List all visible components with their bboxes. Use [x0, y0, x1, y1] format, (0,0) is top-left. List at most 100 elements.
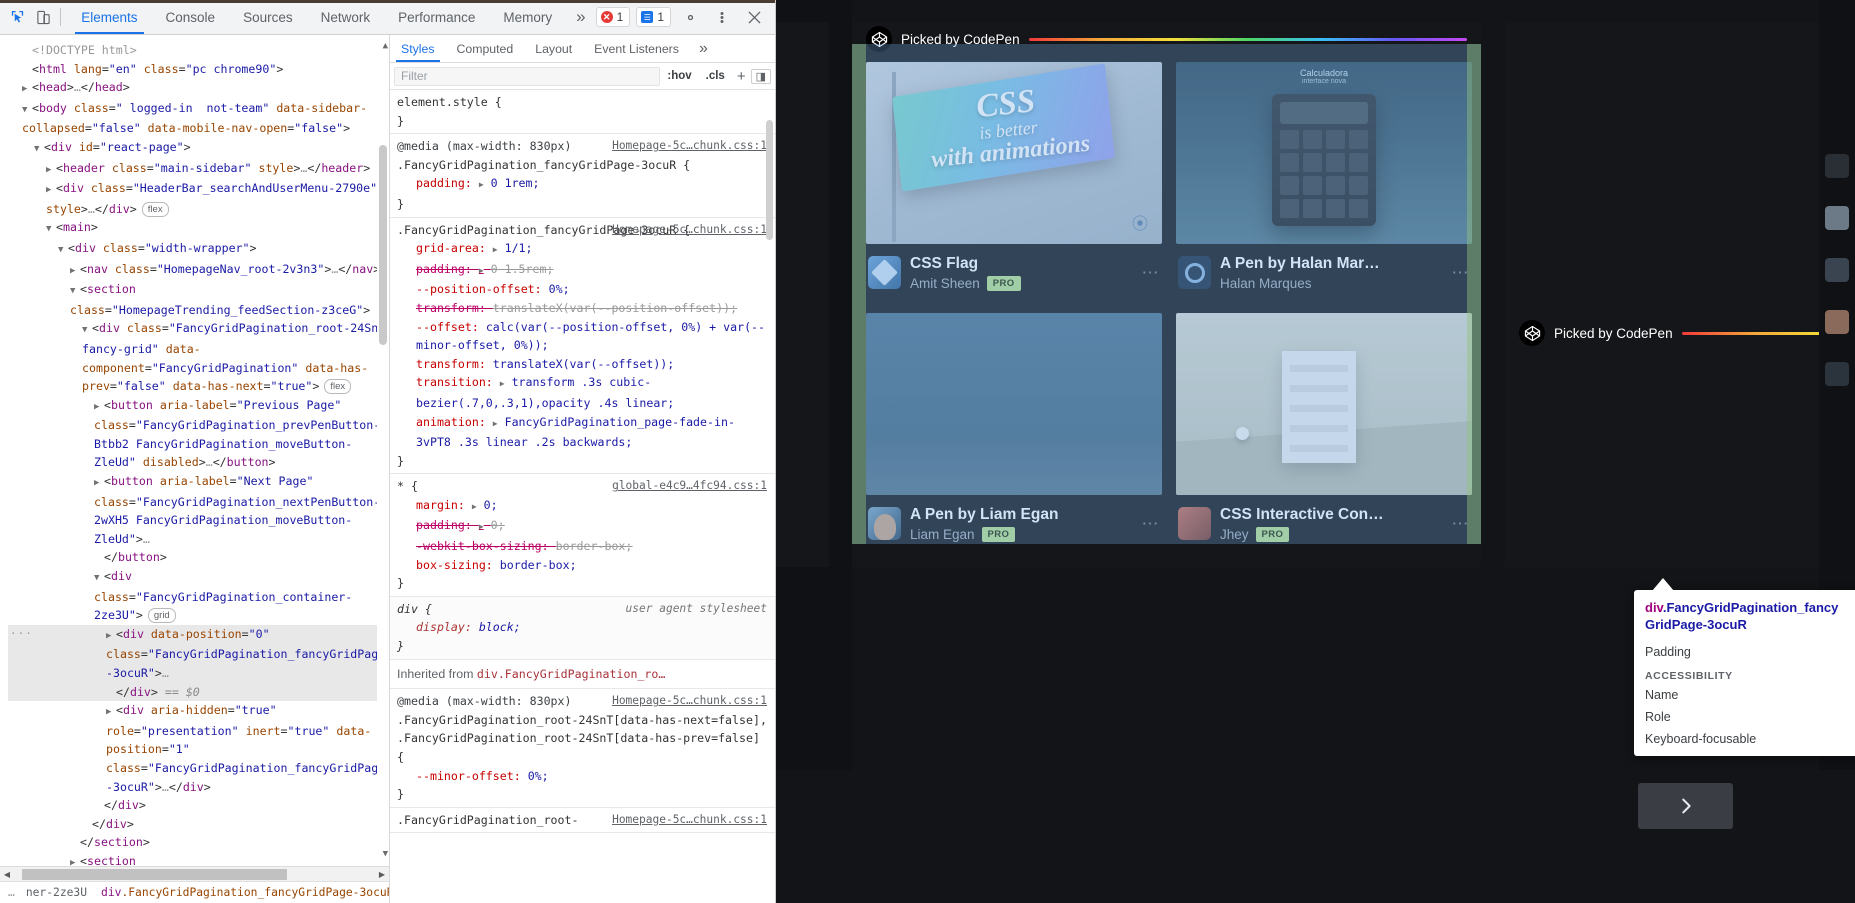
pen-card[interactable]: A Pen by Liam Egan Liam Egan PRO ⋯	[866, 313, 1162, 542]
expand-arrow[interactable]: ▶	[493, 419, 498, 428]
tab-memory[interactable]: Memory	[489, 0, 566, 34]
dom-scroll-thumb[interactable]	[379, 145, 387, 345]
expand-arrow[interactable]: ▶	[500, 379, 505, 388]
pen-card[interactable]: CSS is better with animations ⦿ CSS Flag…	[866, 62, 1162, 291]
dom-node-line[interactable]: ▼ <body class=" logged-in not-team" data-…	[8, 99, 387, 138]
css-property[interactable]: transform: translateX(var(--position-off…	[397, 299, 769, 318]
expand-arrow[interactable]: ▶	[479, 522, 484, 531]
style-source-link[interactable]: global-e4c9…4fc94.css:1	[612, 477, 767, 496]
dom-node-line[interactable]: </div>	[8, 796, 387, 815]
breadcrumb-item[interactable]: ner-2ze3U	[19, 886, 94, 899]
dom-node-line[interactable]: <!DOCTYPE html>	[8, 41, 387, 60]
css-value[interactable]: transform .3s cubic-bezier(.7,0,.3,1),op…	[416, 375, 674, 410]
css-value[interactable]: block;	[479, 620, 521, 634]
pen-card[interactable]: Calculadora interface nova A Pen by Hala…	[1176, 62, 1472, 291]
expand-arrow[interactable]: ▶	[479, 266, 484, 275]
tab-performance[interactable]: Performance	[384, 0, 489, 34]
next-page-button[interactable]	[1638, 783, 1733, 829]
expand-arrow[interactable]: ▶	[22, 80, 32, 99]
css-value[interactable]: 0%;	[528, 769, 549, 783]
pen-card[interactable]: CSS Interactive Con… Jhey PRO ⋯	[1176, 313, 1472, 542]
pen-title[interactable]: CSS Flag	[910, 254, 1127, 273]
dom-node-line[interactable]: ▶ <button aria-label="Next Page" class="F…	[8, 472, 387, 548]
style-rule[interactable]: Homepage-5c…chunk.css:1 .FancyGridPaginat…	[390, 218, 775, 475]
element-classes-button[interactable]: .cls	[699, 70, 732, 82]
style-rule[interactable]: Homepage-5c…chunk.css:1 @media (max-width…	[390, 689, 775, 808]
expand-arrow[interactable]: ▼	[22, 101, 32, 120]
tab-elements[interactable]: Elements	[67, 0, 151, 34]
css-property[interactable]: --minor-offset: 0%;	[397, 767, 769, 786]
css-value[interactable]: 0%;	[549, 282, 570, 296]
scroll-up-arrow[interactable]: ▲	[383, 37, 388, 56]
pen-thumbnail[interactable]	[1176, 313, 1472, 495]
pen-title[interactable]: A Pen by Liam Egan	[910, 505, 1127, 524]
device-toolbar-icon[interactable]	[30, 0, 56, 34]
pen-title[interactable]: A Pen by Halan Mar…	[1220, 254, 1437, 273]
css-property[interactable]: padding: ▶ 0 1rem;	[397, 174, 769, 195]
expand-arrow[interactable]: ▶	[94, 474, 104, 493]
pen-author[interactable]: Halan Marques	[1220, 276, 1312, 291]
dom-node-line[interactable]: ▼ <div id="react-page">	[8, 138, 387, 159]
style-rule[interactable]: global-e4c9…4fc94.css:1 * {margin: ▶ 0; pa…	[390, 474, 775, 597]
kebab-menu-icon[interactable]: ⋯	[1446, 263, 1471, 283]
avatar[interactable]	[1178, 256, 1211, 289]
breadcrumb-item[interactable]: div.FancyGridPagination_fancyGridPage-3o…	[94, 886, 389, 899]
dom-node-line[interactable]: </section>	[8, 833, 387, 852]
sidestrip-thumb[interactable]	[1825, 258, 1849, 282]
rule-selector[interactable]: .FancyGridPagination_fancyGridPage-3ocuR…	[397, 156, 769, 175]
css-value[interactable]: translateX(var(--offset));	[493, 357, 674, 371]
pen-author[interactable]: Amit Sheen	[910, 276, 980, 291]
error-count-badge[interactable]: ✕ 1	[595, 7, 631, 27]
expand-arrow[interactable]: ▼	[34, 140, 44, 159]
more-tabs-button[interactable]: »	[566, 0, 595, 34]
css-property[interactable]: transition: ▶ transform .3s cubic-bezier…	[397, 373, 769, 412]
css-property[interactable]: display: block;	[397, 618, 769, 637]
fancy-grid-page-next[interactable]: Picked by CodePen	[1505, 22, 1855, 567]
pen-author[interactable]: Jhey	[1220, 527, 1249, 542]
dom-node-line[interactable]: ▶ <head>…</head>	[8, 78, 387, 99]
css-property[interactable]: transform: translateX(var(--offset));	[397, 355, 769, 374]
sidestrip-thumb[interactable]	[1825, 206, 1849, 230]
scroll-right-arrow[interactable]: ▶	[375, 870, 389, 879]
styles-vertical-scrollbar[interactable]	[765, 90, 775, 903]
dom-node-line[interactable]: ▼ <section class="HomepageTrending_feedSe…	[8, 280, 387, 319]
kebab-menu-icon[interactable]: ⋯	[1136, 514, 1161, 534]
expand-arrow[interactable]: ▶	[46, 181, 56, 200]
scroll-down-arrow[interactable]: ▼	[383, 845, 388, 864]
styles-scroll-thumb[interactable]	[766, 120, 773, 240]
css-value[interactable]: 0;	[491, 518, 505, 532]
expand-arrow[interactable]: ▶	[479, 180, 484, 189]
styles-more-tabs-button[interactable]: »	[690, 35, 717, 62]
dom-tree-scroll[interactable]: <!DOCTYPE html> <html lang="en" class="pc…	[0, 35, 389, 866]
css-property[interactable]: margin: ▶ 0;	[397, 496, 769, 517]
style-source-link[interactable]: Homepage-5c…chunk.css:1	[612, 221, 767, 240]
dom-node-line[interactable]: ▶ <div class="HeaderBar_searchAndUserMenu…	[8, 179, 387, 218]
style-source-link[interactable]: Homepage-5c…chunk.css:1	[612, 137, 767, 156]
tab-network[interactable]: Network	[307, 0, 385, 34]
sidestrip-thumb[interactable]	[1825, 154, 1849, 178]
pen-thumbnail[interactable]: Calculadora interface nova	[1176, 62, 1472, 244]
kebab-menu-icon[interactable]: ⋯	[1446, 514, 1471, 534]
dom-node-line[interactable]: ▶ <div aria-hidden="true" role="presentat…	[8, 701, 387, 796]
css-property[interactable]: box-sizing: border-box;	[397, 556, 769, 575]
css-value[interactable]: border-box;	[500, 558, 577, 572]
expand-arrow[interactable]: ▼	[94, 569, 104, 588]
dom-vertical-scrollbar[interactable]: ▲ ▼	[377, 35, 389, 866]
dom-node-line[interactable]: </button>	[8, 548, 387, 567]
dom-node-line[interactable]: ▶ <header class="main-sidebar" style>…</h…	[8, 159, 387, 180]
css-value[interactable]: 0 1rem;	[491, 176, 540, 190]
scroll-left-arrow[interactable]: ◀	[0, 870, 14, 879]
css-value[interactable]: translateX(var(--position-offset));	[493, 301, 737, 315]
sidestrip-thumb[interactable]	[1825, 310, 1849, 334]
css-property[interactable]: --position-offset: 0%;	[397, 280, 769, 299]
css-property[interactable]: padding: ▶ 0 1.5rem;	[397, 260, 769, 281]
dom-node-line[interactable]: ▼ <div class="width-wrapper">	[8, 239, 387, 260]
rule-selector[interactable]: element.style {	[397, 93, 769, 112]
style-rule[interactable]: Homepage-5c…chunk.css:1 .FancyGridPaginat…	[390, 808, 775, 834]
hscroll-thumb[interactable]	[22, 868, 287, 880]
style-rule[interactable]: element.style {}	[390, 90, 775, 135]
dom-node-line[interactable]: ▼ <div class="FancyGridPagination_root-24…	[8, 319, 387, 395]
style-source-link[interactable]: Homepage-5c…chunk.css:1	[612, 692, 767, 711]
new-style-rule-button[interactable]: +	[732, 68, 751, 85]
expand-arrow[interactable]: ▶	[94, 398, 104, 417]
